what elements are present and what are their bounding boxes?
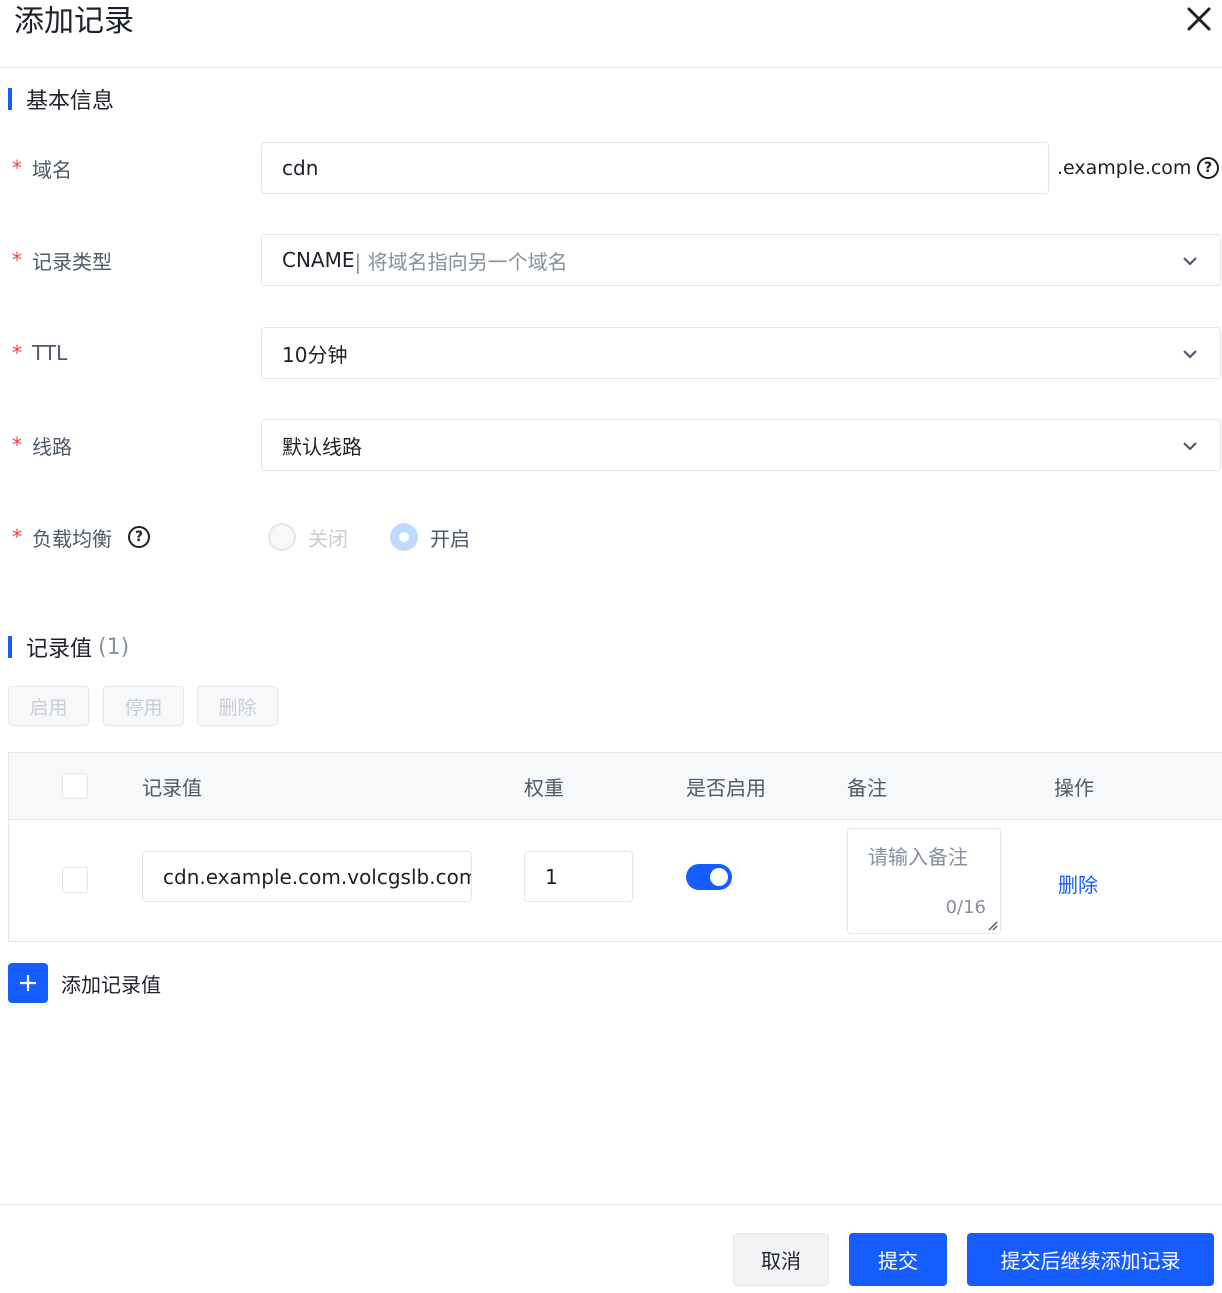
radio-circle-checked: [390, 523, 418, 551]
load-balance-row: * 负载均衡 ? 关闭 开启: [0, 511, 1222, 563]
radio-off[interactable]: 关闭: [268, 523, 348, 552]
weight-input[interactable]: 1: [524, 851, 633, 902]
column-header-note: 备注: [847, 776, 887, 800]
cancel-button[interactable]: 取消: [733, 1233, 829, 1286]
basic-info-section-title: 基本信息: [8, 85, 115, 114]
add-record-value-button[interactable]: 添加记录值: [8, 963, 161, 1003]
radio-off-label: 关闭: [308, 526, 348, 551]
load-balance-label: * 负载均衡 ?: [12, 511, 150, 563]
required-mark: *: [12, 433, 22, 457]
enabled-switch[interactable]: [686, 864, 732, 890]
submit-button[interactable]: 提交: [849, 1233, 947, 1286]
section-accent-bar: [8, 636, 12, 658]
record-type-label: * 记录类型: [12, 234, 112, 286]
domain-input[interactable]: cdn: [261, 142, 1049, 194]
select-all-checkbox[interactable]: [62, 773, 88, 799]
record-type-value: CNAME: [282, 248, 355, 272]
column-header-enabled: 是否启用: [686, 776, 766, 800]
plus-icon: [8, 963, 48, 1003]
load-balance-radio-group: 关闭 开启: [268, 511, 512, 563]
ttl-label: * TTL: [12, 327, 67, 379]
domain-label-text: 域名: [32, 157, 72, 182]
disable-button[interactable]: 停用: [103, 686, 184, 726]
chevron-down-icon: [1183, 442, 1197, 451]
ttl-select[interactable]: 10分钟: [261, 327, 1221, 379]
domain-input-value: cdn: [282, 156, 319, 180]
required-mark: *: [12, 341, 22, 365]
record-value-input[interactable]: cdn.example.com.volcgslb.com: [142, 851, 472, 902]
domain-label: * 域名: [12, 142, 72, 194]
resize-handle-icon[interactable]: [986, 919, 998, 931]
radio-circle: [268, 523, 296, 551]
help-icon[interactable]: ?: [1197, 157, 1219, 179]
required-mark: *: [12, 248, 22, 272]
dialog-footer: 取消 提交 提交后继续添加记录: [0, 1204, 1222, 1293]
dialog-header: 添加记录: [0, 0, 1222, 68]
note-textarea[interactable]: 请输入备注 0/16: [847, 828, 1001, 934]
record-type-select[interactable]: CNAME | 将域名指向另一个域名: [261, 234, 1221, 286]
records-table: 记录值 权重 是否启用 备注 操作 cdn.example.com.volcgs…: [8, 752, 1222, 942]
line-label-text: 线路: [32, 434, 72, 459]
records-section-title: 记录值 (1): [8, 633, 130, 662]
record-value-text: cdn.example.com.volcgslb.com: [163, 864, 472, 889]
column-header-action: 操作: [1054, 776, 1094, 800]
domain-row: * 域名 cdn .example.com ?: [0, 142, 1222, 194]
chevron-down-icon: [1183, 257, 1197, 266]
column-header-weight: 权重: [524, 776, 564, 800]
submit-continue-button[interactable]: 提交后继续添加记录: [967, 1233, 1214, 1286]
ttl-value: 10分钟: [282, 342, 348, 367]
note-placeholder: 请输入备注: [868, 845, 968, 869]
row-checkbox[interactable]: [62, 867, 88, 893]
row-delete-link[interactable]: 删除: [1058, 869, 1098, 898]
load-balance-label-text: 负载均衡: [32, 526, 112, 551]
weight-value: 1: [545, 864, 558, 889]
required-mark: *: [12, 525, 22, 549]
chevron-down-icon: [1183, 350, 1197, 359]
line-row: * 线路 默认线路: [0, 419, 1222, 471]
record-type-hint: | 将域名指向另一个域名: [354, 249, 568, 274]
table-header: 记录值 权重 是否启用 备注 操作: [9, 753, 1222, 820]
required-mark: *: [12, 156, 22, 180]
domain-suffix: .example.com: [1057, 142, 1191, 194]
ttl-row: * TTL 10分钟: [0, 327, 1222, 379]
record-type-row: * 记录类型 CNAME | 将域名指向另一个域名: [0, 234, 1222, 286]
enable-button[interactable]: 启用: [8, 686, 89, 726]
records-heading: 记录值: [26, 637, 93, 662]
record-type-label-text: 记录类型: [32, 249, 112, 274]
close-icon[interactable]: [1184, 4, 1214, 34]
line-label: * 线路: [12, 419, 72, 471]
line-value: 默认线路: [282, 434, 362, 459]
add-record-value-label: 添加记录值: [61, 972, 161, 997]
ttl-label-text: TTL: [32, 341, 68, 365]
line-select[interactable]: 默认线路: [261, 419, 1221, 471]
help-icon[interactable]: ?: [128, 526, 150, 548]
radio-on[interactable]: 开启: [390, 523, 470, 552]
domain-suffix-text: .example.com: [1057, 157, 1192, 179]
section-accent-bar: [8, 88, 12, 110]
column-header-value: 记录值: [142, 776, 202, 800]
records-count: (1): [98, 634, 130, 660]
basic-info-heading: 基本信息: [26, 89, 115, 114]
note-char-count: 0/16: [945, 897, 986, 918]
radio-on-label: 开启: [430, 526, 470, 551]
dialog-title: 添加记录: [14, 4, 134, 39]
delete-selected-button[interactable]: 删除: [197, 686, 278, 726]
